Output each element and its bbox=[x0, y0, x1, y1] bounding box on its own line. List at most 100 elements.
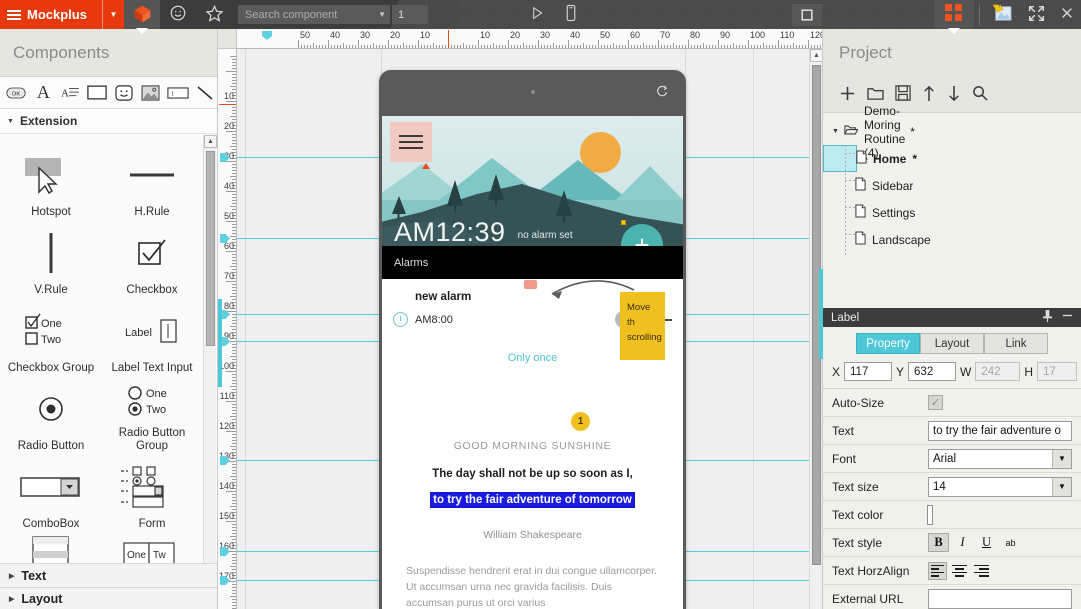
ruler-tick bbox=[232, 560, 236, 561]
button-icon[interactable]: OK bbox=[4, 80, 29, 106]
tree-item-settings[interactable]: Settings bbox=[823, 199, 915, 226]
strikethrough-button[interactable]: ab bbox=[1000, 533, 1021, 552]
tab-property[interactable]: Property bbox=[856, 333, 920, 354]
section-extension[interactable]: ▼ Extension bbox=[0, 109, 217, 134]
search-icon[interactable] bbox=[972, 85, 988, 104]
quote-line-2-selected[interactable]: to try the fair adventure of tomorrow bbox=[430, 492, 635, 508]
pin-icon[interactable] bbox=[1042, 310, 1053, 325]
search-input[interactable]: Search component ▼ bbox=[238, 5, 390, 24]
canvas-area[interactable]: 5040302010102030405060708090100110120 10… bbox=[218, 29, 823, 609]
annotation-badge[interactable]: 1 bbox=[571, 412, 590, 431]
rectangle-icon[interactable] bbox=[85, 80, 110, 106]
minimize-icon[interactable] bbox=[1062, 310, 1073, 325]
bold-button[interactable]: B bbox=[928, 533, 949, 552]
align-center-button[interactable] bbox=[950, 562, 969, 580]
fab-selection-handle[interactable] bbox=[621, 220, 626, 225]
guide-handle-icon[interactable] bbox=[262, 31, 272, 40]
fullscreen-button[interactable] bbox=[1019, 0, 1053, 29]
ruler-tick bbox=[493, 43, 494, 48]
ruler-tick bbox=[232, 230, 236, 231]
text-input[interactable]: to try the fair adventure o bbox=[928, 420, 1072, 441]
ruler-tick bbox=[817, 45, 818, 48]
selection-handle[interactable] bbox=[422, 160, 430, 169]
externalurl-input[interactable] bbox=[928, 588, 1072, 609]
x-input[interactable]: 117 bbox=[844, 362, 893, 381]
ruler-tick bbox=[230, 206, 236, 207]
tree-item-landscape[interactable]: Landscape bbox=[823, 226, 931, 253]
phone-bezel-top bbox=[379, 70, 686, 116]
page-number-value: 1 bbox=[398, 8, 405, 21]
save-icon[interactable] bbox=[895, 85, 911, 104]
tree-item-sidebar[interactable]: Sidebar bbox=[823, 172, 913, 199]
section-text[interactable]: ▶ Text bbox=[0, 563, 217, 587]
brand-dropdown-caret[interactable]: ▼ bbox=[102, 0, 124, 29]
image-icon[interactable] bbox=[138, 80, 163, 106]
paragraph-icon[interactable]: A bbox=[58, 80, 83, 106]
add-icon[interactable] bbox=[839, 85, 856, 105]
palette-item-radio-button-group[interactable]: One Two Radio Button Group bbox=[102, 377, 202, 455]
text-input-icon[interactable]: I bbox=[165, 80, 190, 106]
window-mode-button[interactable] bbox=[790, 0, 824, 29]
caret-down-icon: ▼ bbox=[7, 117, 14, 125]
image-library-button[interactable] bbox=[985, 0, 1019, 29]
palette-item-label-text-input[interactable]: Label Label Text Input bbox=[102, 299, 202, 377]
textsize-select[interactable]: 14 ▼ bbox=[928, 476, 1072, 497]
device-preview-button[interactable] bbox=[554, 0, 588, 29]
grid-view-button[interactable] bbox=[934, 0, 974, 29]
brand-menu-button[interactable]: Mockplus bbox=[0, 0, 102, 29]
ruler-tick bbox=[230, 386, 236, 387]
sticky-note[interactable]: Move th scrolling bbox=[620, 292, 665, 360]
ruler-tick bbox=[230, 416, 236, 417]
caret-down-icon[interactable]: ▼ bbox=[832, 128, 839, 135]
folder-icon[interactable] bbox=[867, 86, 884, 104]
components-tool-button[interactable] bbox=[124, 0, 160, 29]
check-icon: ✓ bbox=[930, 397, 941, 409]
align-left-button[interactable] bbox=[928, 561, 947, 580]
page-number-field[interactable]: 1 bbox=[392, 5, 428, 24]
section-layout[interactable]: ▶ Layout bbox=[0, 587, 217, 609]
ruler-tick bbox=[682, 45, 683, 48]
font-select[interactable]: Arial ▼ bbox=[928, 448, 1072, 469]
close-button[interactable] bbox=[1053, 0, 1081, 29]
ruler-tick bbox=[226, 191, 236, 192]
scroll-up-icon[interactable]: ▲ bbox=[204, 135, 217, 148]
palette-item-hrule[interactable]: H.Rule bbox=[102, 143, 202, 221]
icons-tool-button[interactable] bbox=[160, 0, 196, 29]
tab-layout[interactable]: Layout bbox=[920, 333, 984, 354]
scrollbar-thumb[interactable] bbox=[206, 151, 215, 346]
strikethrough-icon: ab bbox=[1005, 537, 1016, 548]
ruler-tick bbox=[796, 45, 797, 48]
palette-item-checkbox-group[interactable]: One Two Checkbox Group bbox=[1, 299, 101, 377]
horizontal-ruler[interactable]: 50 40 30 20 10 10 20 30 40 50 60 70 80 90 100 110 120 bbox=[237, 29, 822, 49]
align-right-button[interactable] bbox=[972, 562, 991, 580]
palette-item-vrule[interactable]: V.Rule bbox=[1, 221, 101, 299]
canvas-viewport[interactable]: AM12:39 no alarm set + Alarms new alarm … bbox=[237, 49, 809, 609]
move-down-icon[interactable] bbox=[947, 85, 961, 105]
line-icon[interactable] bbox=[192, 80, 217, 106]
y-input[interactable]: 632 bbox=[908, 362, 957, 381]
ruler-tick bbox=[232, 587, 236, 588]
favorites-tool-button[interactable] bbox=[196, 0, 232, 29]
tree-item-home[interactable]: Home * bbox=[823, 145, 917, 172]
menu-button[interactable] bbox=[390, 122, 432, 162]
preview-button[interactable] bbox=[520, 0, 554, 29]
palette-item-combobox[interactable]: ComboBox bbox=[1, 455, 101, 533]
vertical-ruler[interactable]: 10 20 30 40 50 60 70 80 90 100 110 120 130 140 150 160 1… bbox=[218, 49, 237, 609]
palette-item-hotspot[interactable]: Hotspot bbox=[1, 143, 101, 221]
text-icon[interactable]: A bbox=[31, 80, 56, 106]
tab-link[interactable]: Link bbox=[984, 333, 1048, 354]
palette-item-radio-button[interactable]: Radio Button bbox=[1, 377, 101, 455]
palette-scrollbar[interactable]: ▲ ▼ bbox=[203, 135, 217, 601]
tree-item-label: Settings bbox=[872, 205, 916, 220]
ruler-tick bbox=[232, 68, 236, 69]
underline-button[interactable]: U bbox=[976, 533, 997, 552]
palette-item-form[interactable]: Form bbox=[102, 455, 202, 533]
icon-icon[interactable] bbox=[112, 80, 137, 106]
palette-item-checkbox[interactable]: Checkbox bbox=[102, 221, 202, 299]
textcolor-swatch[interactable] bbox=[927, 504, 933, 525]
move-up-icon[interactable] bbox=[922, 85, 936, 105]
phone-screen[interactable]: AM12:39 no alarm set + Alarms new alarm … bbox=[382, 116, 683, 609]
italic-button[interactable]: I bbox=[952, 533, 973, 552]
autosize-checkbox[interactable]: ✓ bbox=[928, 395, 943, 410]
ruler-tick bbox=[232, 350, 236, 351]
